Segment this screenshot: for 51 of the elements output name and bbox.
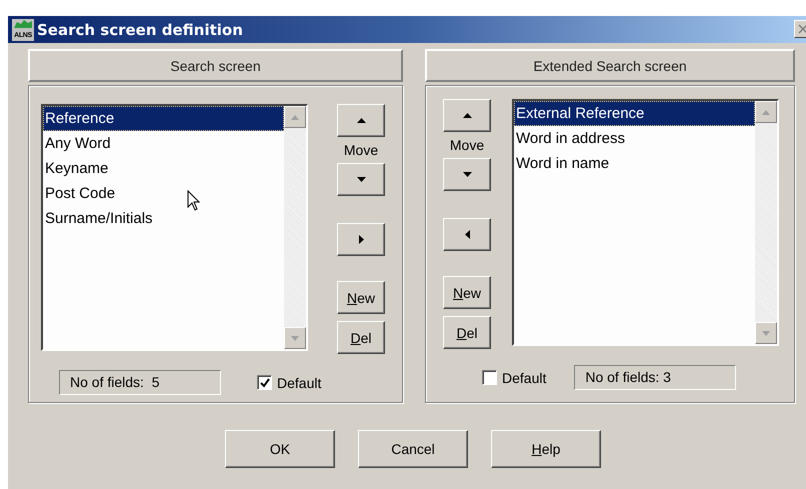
field-list[interactable]: Reference Any Word Keyname Post Code Surname/Initials <box>41 104 308 351</box>
new-button[interactable]: New <box>337 281 385 314</box>
scrollbar[interactable] <box>755 101 777 344</box>
down-triangle-icon <box>462 172 472 177</box>
scroll-down-button[interactable] <box>284 327 306 349</box>
list-item[interactable]: Surname/Initials <box>43 206 284 231</box>
move-up-button[interactable] <box>443 99 491 132</box>
panel-header: Extended Search screen <box>425 49 795 82</box>
field-count: No of fields: 5 <box>59 370 221 395</box>
scroll-down-button[interactable] <box>755 322 777 344</box>
move-label: Move <box>344 141 378 160</box>
new-button[interactable]: New <box>443 276 491 309</box>
dialog-button[interactable]: Cancel <box>358 430 468 468</box>
up-triangle-icon <box>291 114 299 120</box>
transfer-button[interactable] <box>443 218 491 251</box>
list-item[interactable]: External Reference <box>514 101 755 126</box>
panel-header: Search screen <box>28 49 403 82</box>
field-list[interactable]: External Reference Word in address Word in name <box>512 99 779 346</box>
list-item[interactable]: Word in name <box>514 151 755 176</box>
up-triangle-icon <box>762 110 770 114</box>
list-item[interactable]: Any Word <box>43 131 284 156</box>
scroll-up-button[interactable] <box>284 106 306 128</box>
default-checkbox[interactable]: Default <box>257 374 322 390</box>
window-title: Search screen definition <box>37 20 243 38</box>
list-item[interactable]: Reference <box>43 106 284 131</box>
move-label: Move <box>450 136 484 155</box>
move-up-button[interactable] <box>337 104 385 137</box>
list-item[interactable]: Word in address <box>514 126 755 151</box>
up-triangle-icon <box>462 113 472 118</box>
close-icon <box>798 24 806 34</box>
dialog-button[interactable]: OK <box>225 430 335 468</box>
dialog-button[interactable]: Help <box>491 430 601 468</box>
list-item[interactable]: Keyname <box>43 156 284 181</box>
scrollbar[interactable] <box>284 106 306 349</box>
move-down-button[interactable] <box>443 158 491 191</box>
delete-button[interactable]: Del <box>337 321 385 354</box>
move-down-button[interactable] <box>337 163 385 196</box>
down-triangle-icon <box>762 330 770 336</box>
mouse-pointer-icon <box>187 190 201 212</box>
left-triangle-icon <box>464 230 470 239</box>
default-checkbox[interactable]: Default <box>482 370 546 386</box>
delete-button[interactable]: Del <box>443 316 491 349</box>
up-triangle-icon <box>356 118 366 123</box>
right-triangle-icon <box>358 235 364 244</box>
transfer-button[interactable] <box>337 223 385 256</box>
field-count: No of fields: 3 <box>574 365 736 390</box>
down-triangle-icon <box>291 336 299 340</box>
scroll-up-button[interactable] <box>755 101 777 123</box>
down-triangle-icon <box>356 177 366 182</box>
checkmark-icon <box>260 378 270 388</box>
list-item[interactable]: Post Code <box>43 181 284 206</box>
